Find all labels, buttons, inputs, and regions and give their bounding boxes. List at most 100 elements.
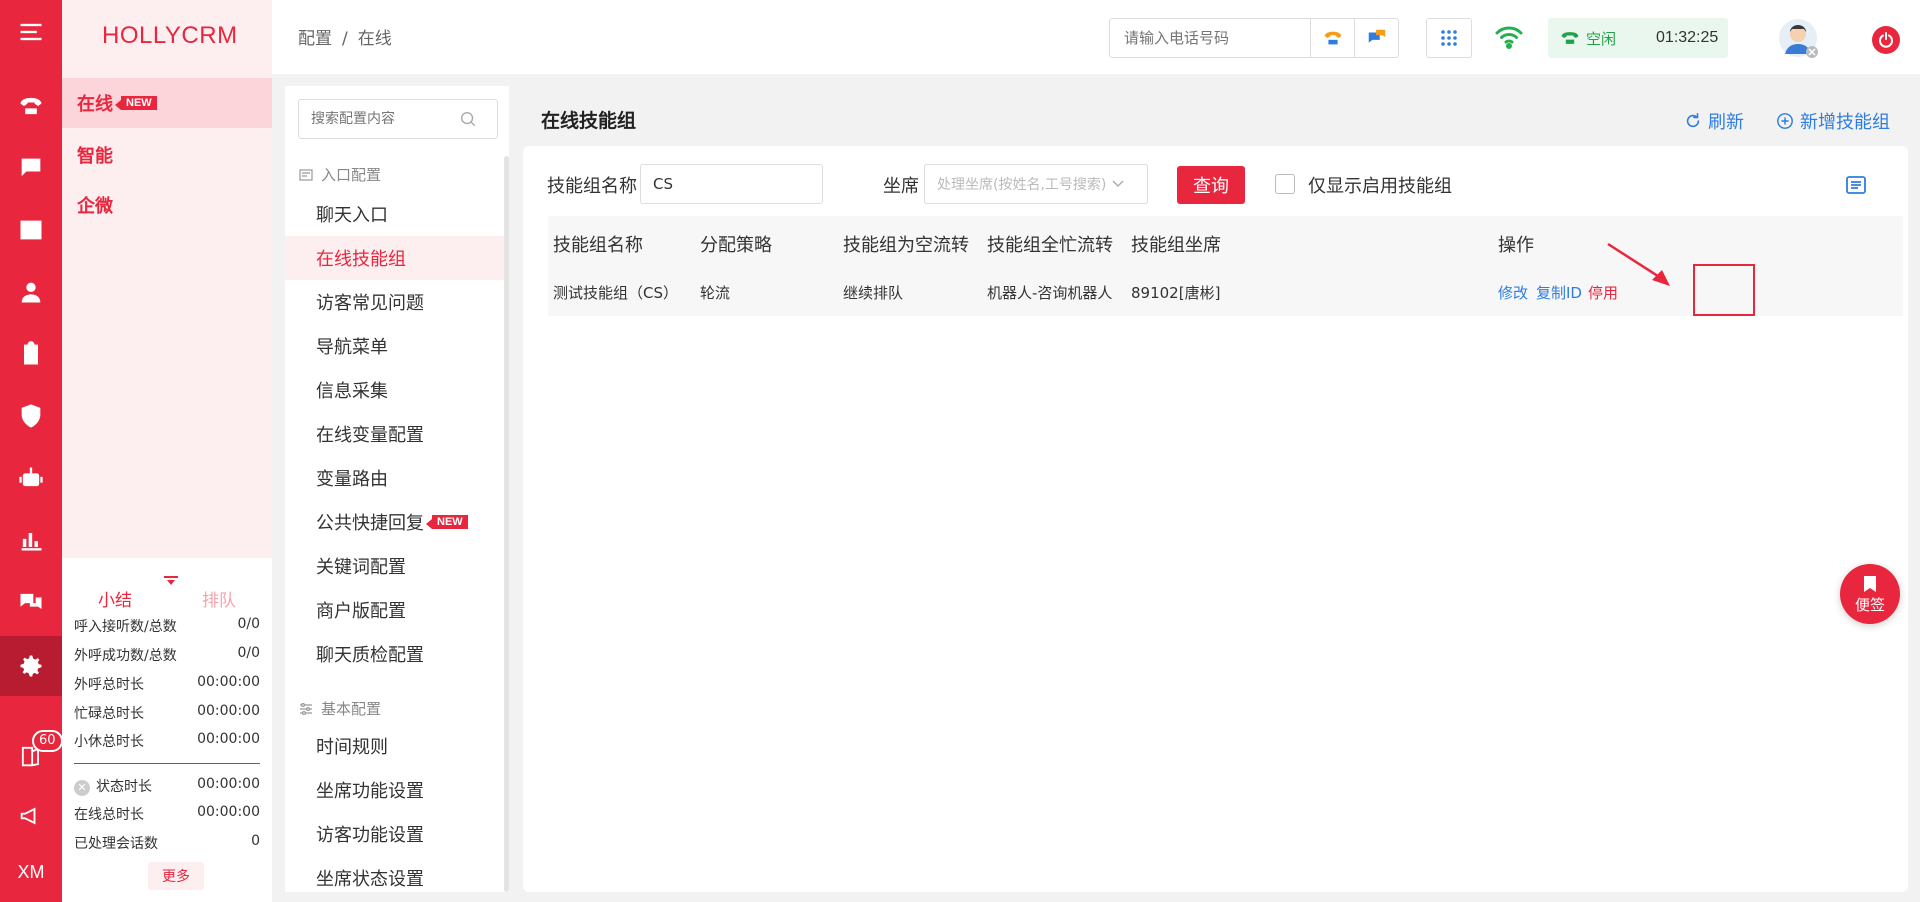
menu-icon[interactable] xyxy=(0,2,62,62)
stat-row: 呼入接听数/总数 0/0 xyxy=(74,616,260,636)
refresh-button[interactable]: 刷新 xyxy=(1684,108,1744,134)
cfg-agent-status[interactable]: 坐席状态设置 xyxy=(285,856,505,892)
stat-label: 状态时长 xyxy=(96,779,152,795)
only-enabled-label[interactable]: 仅显示启用技能组 xyxy=(1308,172,1452,198)
power-icon xyxy=(1879,32,1893,48)
stat-label: 小休总时长 xyxy=(74,734,144,750)
stat-value: 00:00:00 xyxy=(197,703,260,719)
user-icon[interactable] xyxy=(0,262,62,322)
stat-label: 已处理会话数 xyxy=(74,836,158,852)
apps-button[interactable] xyxy=(1426,18,1472,58)
new-badge: NEW xyxy=(426,515,468,529)
add-skill-group-button[interactable]: 新增技能组 xyxy=(1776,108,1890,134)
phone-icon[interactable] xyxy=(0,76,62,136)
stat-value: 0/0 xyxy=(237,645,260,661)
cfg-quick-reply[interactable]: 公共快捷回复 NEW xyxy=(285,500,505,544)
query-button[interactable]: 查询 xyxy=(1177,166,1245,204)
cfg-variable-routing[interactable]: 变量路由 xyxy=(285,456,505,500)
filter-agent-label: 坐席 xyxy=(883,176,919,197)
dial-button[interactable] xyxy=(1310,19,1354,57)
book-icon[interactable]: 60 xyxy=(0,726,63,786)
cfg-chat-entry[interactable]: 聊天入口 xyxy=(285,192,505,236)
col-agents: 技能组坐席 xyxy=(1131,235,1221,256)
search-icon[interactable] xyxy=(459,110,477,128)
stat-label: 在线总时长 xyxy=(74,807,144,823)
skill-group-panel: 技能组名称 CS 坐席 处理坐席(按姓名,工号搜索) 查询 仅显示启用技能组 技… xyxy=(523,146,1908,892)
xm-icon[interactable]: XM xyxy=(0,842,62,902)
cfg-visitor-faq[interactable]: 访客常见问题 xyxy=(285,280,505,324)
edit-link[interactable]: 修改 xyxy=(1498,282,1528,303)
cfg-online-skill-group[interactable]: 在线技能组 xyxy=(285,236,505,280)
entry-group-icon xyxy=(299,168,313,181)
settings-icon[interactable] xyxy=(0,636,62,696)
copy-id-link[interactable]: 复制ID xyxy=(1536,282,1582,303)
stat-value: 00:00:00 xyxy=(197,731,260,747)
config-search xyxy=(298,99,498,139)
shield-icon[interactable] xyxy=(0,386,62,446)
conversation-icon[interactable] xyxy=(0,572,62,632)
nav-wecom-label: 企微 xyxy=(77,196,113,217)
scrollbar[interactable] xyxy=(504,156,509,892)
chat-icon[interactable] xyxy=(0,138,62,198)
cfg-info-collect[interactable]: 信息采集 xyxy=(285,368,505,412)
stats-panel: 小结 排队 呼入接听数/总数 0/0 外呼成功数/总数 0/0 外呼总时长 00:00… xyxy=(62,558,272,902)
icon-rail: 60 XM xyxy=(0,0,63,902)
cfg-merchant[interactable]: 商户版配置 xyxy=(285,588,505,632)
clipboard-icon[interactable] xyxy=(0,324,62,384)
cfg-keywords[interactable]: 关键词配置 xyxy=(285,544,505,588)
chart-icon[interactable] xyxy=(0,510,62,570)
avatar-icon xyxy=(1779,19,1818,58)
config-search-input[interactable] xyxy=(299,111,459,127)
nav-smart[interactable]: 智能 xyxy=(62,130,272,180)
annotation-highlight xyxy=(1693,264,1755,316)
filter-agent-select[interactable]: 处理坐席(按姓名,工号搜索) xyxy=(924,164,1148,204)
stat-row: 小休总时长 00:00:00 xyxy=(74,731,260,751)
nav-online[interactable]: 在线 NEW xyxy=(62,78,272,128)
note-button[interactable]: 便签 xyxy=(1840,564,1900,624)
top-header: 配置 / 在线 空闲 01:32:25 xyxy=(272,0,1920,74)
status-phone-icon xyxy=(1561,32,1579,44)
nav-wecom[interactable]: 企微 xyxy=(62,180,272,230)
cfg-agent-features[interactable]: 坐席功能设置 xyxy=(285,768,505,812)
stat-row: 在线总时长 00:00:00 xyxy=(74,804,260,824)
breadcrumb-config[interactable]: 配置 xyxy=(298,29,332,49)
cfg-time-rules[interactable]: 时间规则 xyxy=(285,724,505,768)
column-settings-icon[interactable] xyxy=(1845,174,1867,196)
more-button[interactable]: 更多 xyxy=(148,862,204,890)
stat-row: 忙碌总时长 00:00:00 xyxy=(74,703,260,723)
avatar[interactable] xyxy=(1778,18,1818,58)
status-label: 空闲 xyxy=(1586,29,1617,48)
cfg-visitor-features[interactable]: 访客功能设置 xyxy=(285,812,505,856)
col-ops: 操作 xyxy=(1498,235,1534,256)
stat-row: 已处理会话数 0 xyxy=(74,833,260,853)
robot-icon[interactable] xyxy=(0,448,62,508)
message-button[interactable] xyxy=(1354,19,1398,57)
page-title: 在线技能组 xyxy=(541,110,637,132)
tab-queue[interactable]: 排队 xyxy=(202,586,236,611)
table-icon[interactable] xyxy=(0,200,62,260)
close-circle-icon[interactable]: ✕ xyxy=(74,780,90,796)
message-icon xyxy=(1368,29,1385,43)
chevron-down-icon xyxy=(1112,180,1124,187)
megaphone-icon[interactable] xyxy=(0,786,62,846)
breadcrumb-separator: / xyxy=(342,29,348,49)
cfg-chat-qa[interactable]: 聊天质检配置 xyxy=(285,632,505,676)
logout-button[interactable] xyxy=(1872,26,1900,54)
add-circle-icon xyxy=(1777,113,1793,129)
filter-name-label: 技能组名称 xyxy=(547,176,637,197)
phone-input[interactable] xyxy=(1110,19,1310,57)
filter-name-input[interactable]: CS xyxy=(640,164,823,204)
stat-row: 外呼总时长 00:00:00 xyxy=(74,674,260,694)
stat-label: 外呼成功数/总数 xyxy=(74,648,177,664)
tab-summary[interactable]: 小结 xyxy=(98,586,132,611)
new-badge: NEW xyxy=(115,96,157,110)
agent-select-placeholder: 处理坐席(按姓名,工号搜索) xyxy=(937,177,1107,193)
phone-dial-box xyxy=(1109,18,1399,58)
only-enabled-checkbox[interactable] xyxy=(1275,174,1295,194)
stat-label: 忙碌总时长 xyxy=(74,706,144,722)
stats-tabs: 小结 排队 xyxy=(62,568,272,611)
cfg-nav-menu[interactable]: 导航菜单 xyxy=(285,324,505,368)
agent-status[interactable]: 空闲 01:32:25 xyxy=(1548,18,1728,58)
wifi-icon xyxy=(1495,26,1523,49)
cfg-online-variables[interactable]: 在线变量配置 xyxy=(285,412,505,456)
